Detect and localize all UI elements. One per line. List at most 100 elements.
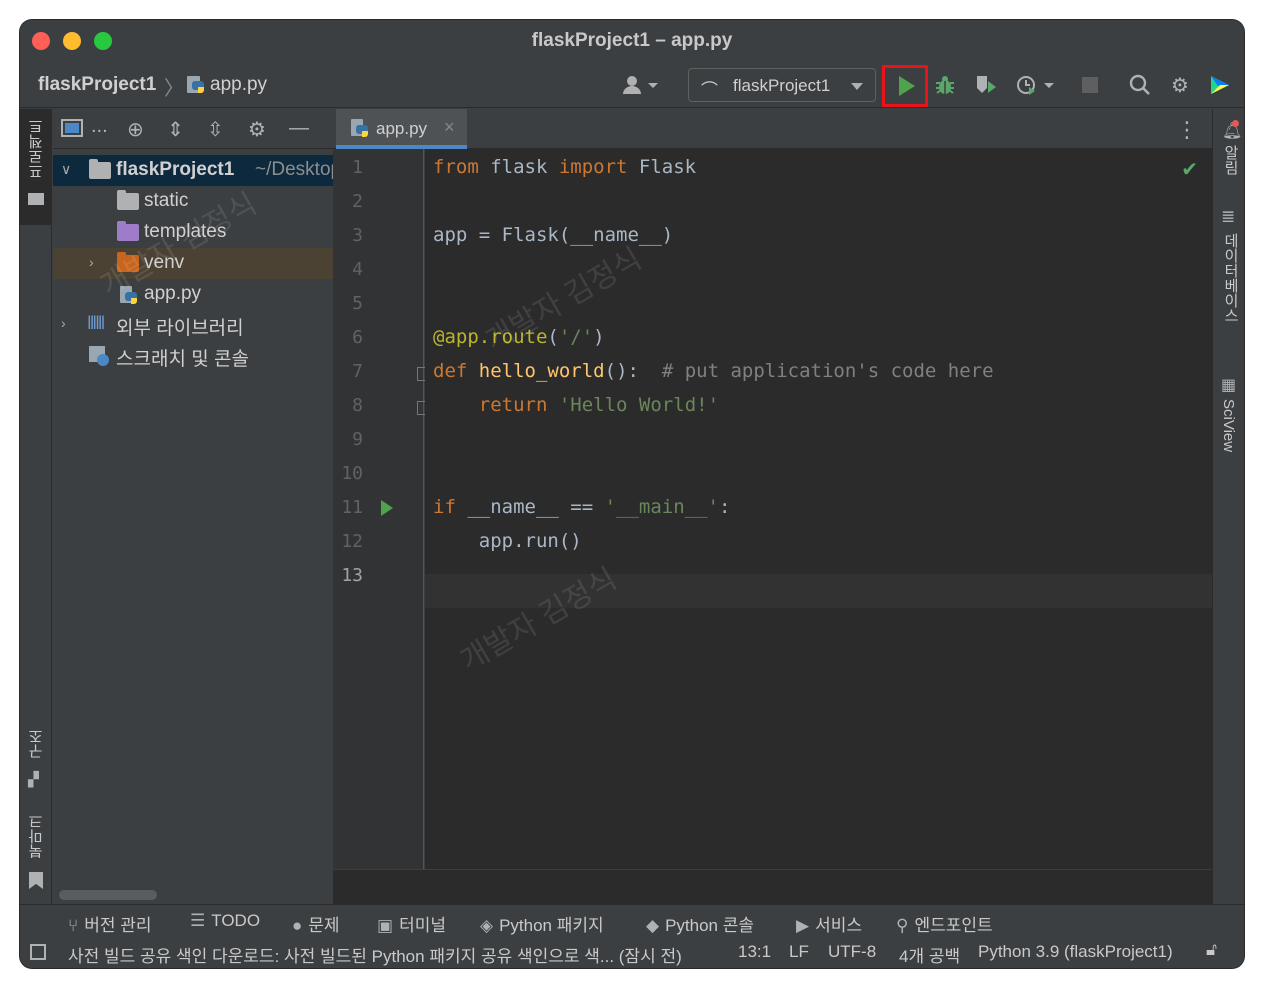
tool-endpoints[interactable]: ⚲ 엔드포인트 (896, 911, 993, 936)
run-gutter-play-icon[interactable] (381, 500, 393, 516)
line-separator[interactable]: LF (789, 942, 809, 962)
python-interpreter[interactable]: Python 3.9 (flaskProject1) (978, 942, 1173, 962)
tool-label: 문제 (308, 916, 340, 935)
line-number: 9 (352, 429, 363, 450)
tool-windows-toggle-icon[interactable] (30, 944, 46, 960)
window-title: flaskProject1 – app.py (531, 30, 733, 51)
more-vertical-icon[interactable]: ⋮ (1176, 117, 1198, 143)
chevron-right-icon[interactable]: › (89, 254, 94, 270)
breadcrumb-separator-icon: 〉 (164, 78, 184, 100)
tool-label: 서비스 (815, 916, 862, 935)
right-tool-strip: 🔔︎ 알림 ≣ 데이터베이스 ▦ SciView (1212, 109, 1244, 904)
tree-item-label: venv (144, 252, 185, 273)
library-icon: ‖ǁ‖ (87, 313, 105, 333)
line-number: 1 (352, 157, 363, 178)
code-line-7: def hello_world(): # put application's c… (433, 360, 994, 382)
root-project-name: flaskProject1 (116, 159, 235, 180)
external-libraries-label: 외부 라이브러리 (116, 318, 244, 339)
hide-panel-icon[interactable]: — (289, 117, 309, 140)
tool-terminal[interactable]: ▣ 터미널 (377, 911, 446, 936)
line-number: 6 (352, 327, 363, 348)
tool-python-console[interactable]: ◆ Python 콘솔 (646, 911, 754, 936)
project-tool-tab[interactable]: 프로젝트 (20, 109, 52, 225)
tree-item-templates[interactable]: templates (53, 217, 333, 248)
file-encoding[interactable]: UTF-8 (828, 942, 876, 962)
panel-settings-gear-icon[interactable]: ⚙ (248, 117, 266, 142)
bookmarks-tool-tab[interactable]: 북마크 (20, 814, 52, 894)
line-number: 7 (352, 361, 363, 382)
structure-tool-tab[interactable]: 구조 ▞ (20, 729, 52, 809)
inspection-ok-check-icon[interactable]: ✔ (1181, 157, 1198, 182)
coverage-icon[interactable] (972, 71, 1000, 99)
code-line-1: from flask import Flask (433, 156, 697, 178)
ide-window: flaskProject1 – app.py flaskProject1 〉 a… (20, 20, 1244, 968)
tree-item-external-libraries[interactable]: › ‖ǁ‖ 외부 라이브러리 (53, 309, 333, 340)
tool-problems[interactable]: ● 문제 (292, 911, 340, 936)
settings-gear-icon[interactable]: ⚙ (1166, 71, 1194, 99)
tab-app-py[interactable]: app.py × (336, 109, 467, 149)
layers-icon: ◈ (480, 916, 494, 935)
run-configuration-select[interactable]: ⌒ flaskProject1 (688, 68, 876, 102)
run-button[interactable] (882, 65, 928, 107)
root-project-path: ~/Desktop (255, 159, 333, 180)
line-number: 5 (352, 293, 363, 314)
line-number: 3 (352, 225, 363, 246)
tool-services[interactable]: ▶ 서비스 (796, 911, 862, 936)
tool-label: TODO (211, 911, 261, 930)
notifications-label: 알림 (1222, 145, 1239, 175)
user-menu-icon[interactable] (618, 71, 662, 99)
breadcrumb-file[interactable]: app.py (210, 74, 267, 96)
caret-position[interactable]: 13:1 (738, 942, 771, 962)
code-editor[interactable]: ✔ from flask import Flask app = Flask(__… (425, 149, 1212, 869)
list-icon: ☰ (190, 911, 206, 930)
tool-window-bar: ⑂ 버전 관리 ☰ TODO ● 문제 ▣ 터미널 ◈ Python 패키지 ◆ Pytho… (20, 904, 1244, 936)
collapse-all-icon[interactable]: ⇳ (207, 117, 224, 142)
tool-todo[interactable]: ☰ TODO (190, 911, 260, 931)
python-file-icon (351, 119, 368, 137)
navigation-bar: flaskProject1 〉 app.py ⌒ flaskProject1 ⚙ (20, 62, 1244, 108)
tree-item-venv[interactable]: › venv (53, 248, 333, 279)
branch-icon: ⑂ (68, 916, 79, 935)
tree-item-scratches[interactable]: 스크래치 및 콘솔 (53, 340, 333, 371)
indent-setting[interactable]: 4개 공백 (899, 942, 960, 967)
services-play-icon: ▶ (796, 916, 810, 935)
status-message[interactable]: 사전 빌드 공유 색인 다운로드: 사전 빌드된 Python 패키지 공유 색… (68, 942, 682, 967)
notifications-tool-tab[interactable]: 🔔︎ 알림 (1213, 117, 1244, 187)
editor-tab-bar: app.py × ⋮ (333, 109, 1212, 149)
breadcrumb-project[interactable]: flaskProject1 (38, 74, 156, 96)
chevron-right-icon[interactable]: › (61, 315, 66, 331)
line-number: 10 (341, 463, 363, 484)
tool-python-packages[interactable]: ◈ Python 패키지 (480, 911, 604, 936)
tool-version-control[interactable]: ⑂ 버전 관리 (68, 911, 152, 936)
jetbrains-logo-icon[interactable] (1206, 71, 1234, 99)
database-label: 데이터베이스 (1222, 233, 1239, 323)
project-view-icon[interactable] (61, 117, 83, 145)
more-dots-icon[interactable]: ... (91, 115, 108, 138)
profile-icon[interactable] (1013, 71, 1057, 99)
debug-bug-icon[interactable] (931, 71, 959, 99)
database-tool-tab[interactable]: ≣ 데이터베이스 (1213, 205, 1244, 335)
expand-all-icon[interactable]: ⇕ (167, 117, 184, 142)
stop-icon[interactable] (1076, 71, 1104, 99)
close-tab-icon[interactable]: × (444, 117, 455, 138)
left-tool-strip: 프로젝트 구조 ▞ 북마크 (20, 109, 52, 904)
scratches-label: 스크래치 및 콘솔 (116, 349, 249, 370)
bookmark-icon (29, 872, 43, 889)
run-configuration-label: flaskProject1 (733, 76, 831, 95)
search-icon[interactable] (1126, 71, 1154, 99)
folder-icon (89, 159, 111, 179)
structure-tool-label: 구조 (28, 729, 45, 759)
unlock-icon[interactable]: 🔓︎ (1206, 940, 1217, 960)
tree-item-static[interactable]: static (53, 186, 333, 217)
line-number-current: 13 (341, 565, 363, 586)
horizontal-scrollbar[interactable] (59, 890, 157, 900)
tool-label: 버전 관리 (84, 916, 152, 935)
editor-bottom-area (333, 869, 1212, 904)
chevron-down-icon[interactable]: ∨ (61, 161, 71, 178)
python-file-icon (120, 286, 137, 304)
sciview-tool-tab[interactable]: ▦ SciView (1213, 375, 1244, 475)
tree-item-label: app.py (144, 283, 202, 304)
locate-file-icon[interactable]: ⊕ (127, 117, 144, 142)
tree-root-project[interactable]: ∨ flaskProject1 ~/Desktop (53, 155, 333, 186)
tree-item-app-py[interactable]: app.py (53, 279, 333, 310)
